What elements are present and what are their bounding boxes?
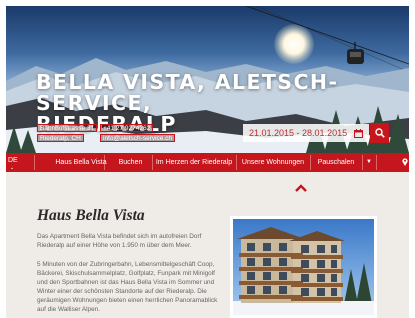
- date-range-input[interactable]: 21.01.2015 - 28.01.2015: [243, 124, 369, 142]
- phone-link[interactable]: +41 27 9274262: [100, 124, 154, 132]
- nav-item-pauschalen[interactable]: Pauschalen: [310, 153, 362, 172]
- nav-item-unsere-wohnungen[interactable]: Unsere Wohnungen: [236, 153, 310, 172]
- chevron-up-icon[interactable]: [295, 184, 307, 192]
- title-line-1: BELLA VISTA, ALETSCH-SERVICE,: [36, 70, 339, 115]
- intro-paragraph: Das Apartment Bella Vista befindet sich …: [37, 233, 202, 249]
- email-link[interactable]: info@aletsch-service.ch: [100, 134, 176, 142]
- date-range-value: 21.01.2015 - 28.01.2015: [249, 128, 348, 138]
- map-pin-icon[interactable]: [400, 153, 409, 172]
- address-city: Riederalp, CH: [37, 134, 84, 142]
- search-button[interactable]: [370, 123, 389, 143]
- address-street: Bahnhofstrasse 31: [37, 124, 98, 132]
- house-photo: [230, 216, 377, 318]
- search-icon: [374, 128, 385, 138]
- nav-item-im-herzen[interactable]: Im Herzen der Riederalp: [152, 153, 236, 172]
- gondola-image: [347, 42, 364, 64]
- nav-divider: [376, 155, 377, 170]
- hero-banner: BELLA VISTA, ALETSCH-SERVICE, RIEDERALP …: [6, 6, 409, 153]
- nav-item-buchen[interactable]: Buchen: [104, 153, 157, 172]
- calendar-icon[interactable]: [351, 126, 365, 140]
- nav-more-button[interactable]: ▼: [362, 153, 376, 172]
- section-title: Haus Bella Vista: [37, 207, 145, 224]
- main-navigation: DE ⌄ Haus Bella Vista Buchen Im Herzen d…: [6, 153, 409, 172]
- page: BELLA VISTA, ALETSCH-SERVICE, RIEDERALP …: [6, 6, 409, 318]
- description-paragraph: 5 Minuten von der Zubringerbahn, Lebensm…: [37, 261, 218, 313]
- chevron-down-icon: ⌄: [10, 165, 15, 171]
